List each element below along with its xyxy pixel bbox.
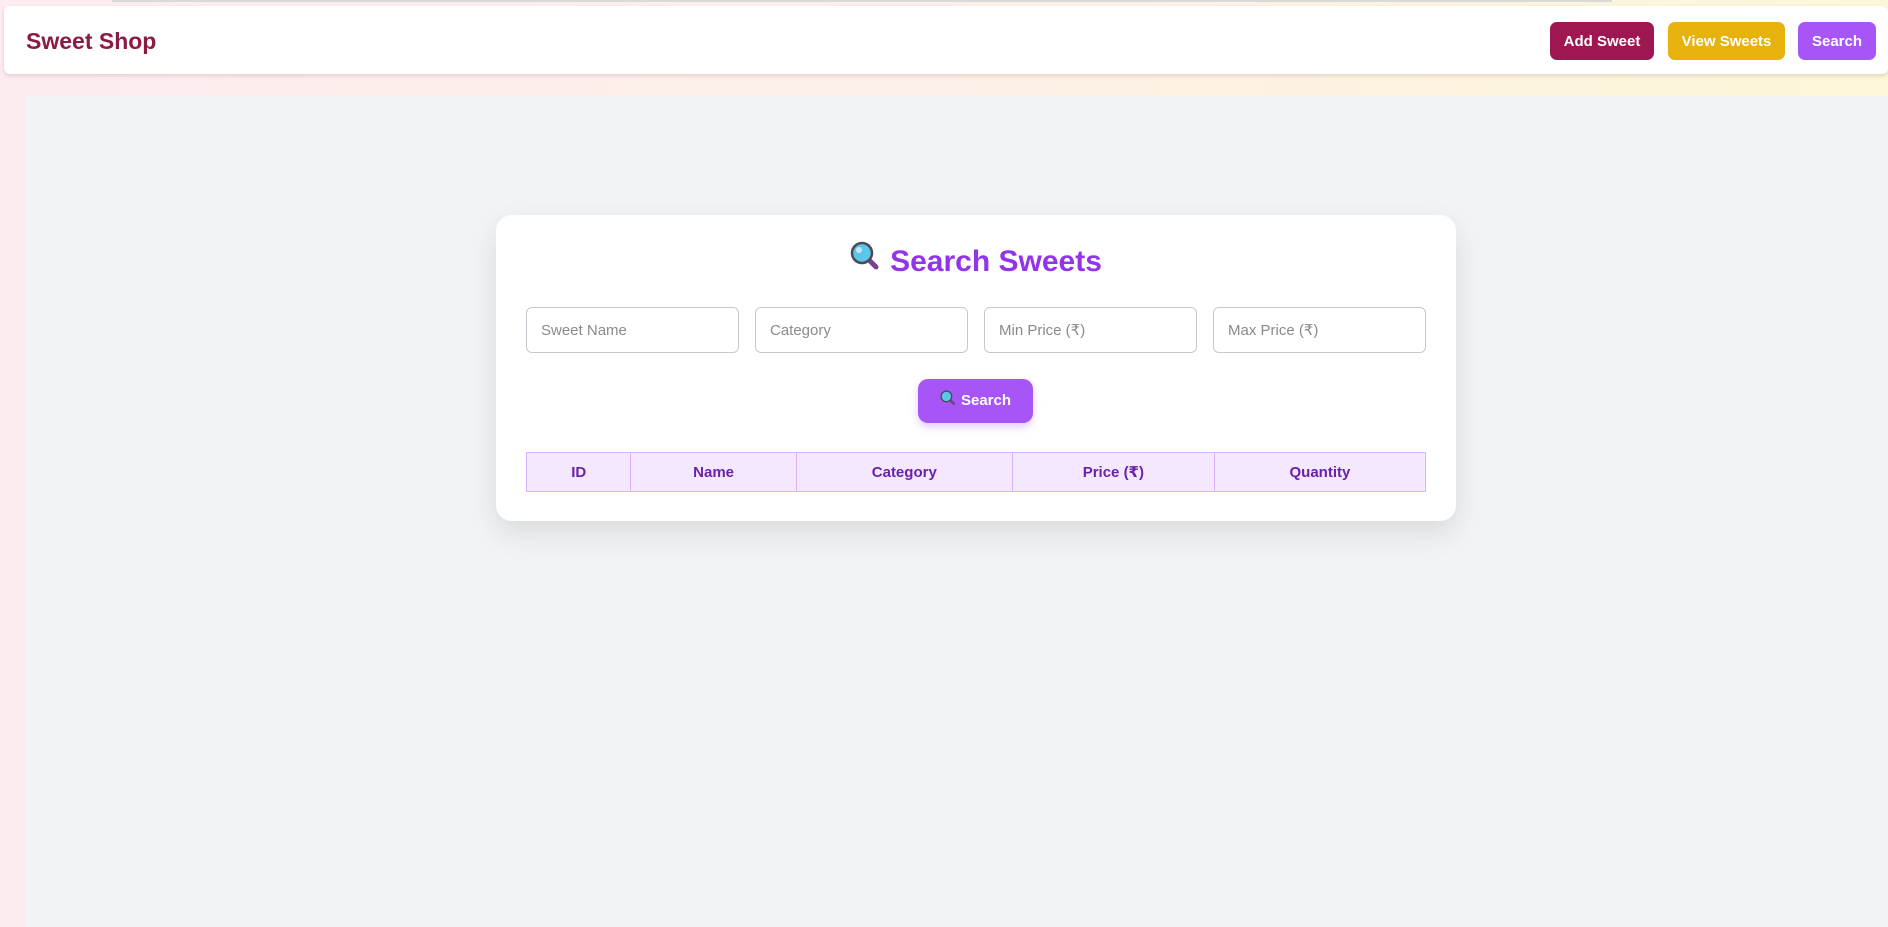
sweet-name-input[interactable] — [526, 307, 739, 353]
magnifying-glass-icon — [850, 241, 880, 279]
card-heading: Search Sweets — [496, 241, 1456, 279]
column-header-id[interactable]: ID — [525, 452, 632, 492]
brand-title[interactable]: Sweet Shop — [26, 28, 156, 55]
nav-search-button[interactable]: Search — [1798, 22, 1876, 60]
navbar: Sweet Shop Add Sweet View Sweets Search — [4, 6, 1888, 74]
column-header-name[interactable]: Name — [630, 452, 797, 492]
column-header-quantity[interactable]: Quantity — [1213, 452, 1427, 492]
min-price-input[interactable] — [984, 307, 1197, 353]
search-button[interactable]: Search — [918, 379, 1033, 423]
search-card: Search Sweets Search ID Name Category Pr… — [496, 215, 1456, 521]
magnifying-glass-icon — [940, 390, 956, 410]
category-input[interactable] — [755, 307, 968, 353]
add-sweet-button[interactable]: Add Sweet — [1550, 22, 1654, 60]
column-header-price[interactable]: Price (₹) — [1011, 452, 1215, 492]
main-content: Search Sweets Search ID Name Category Pr… — [26, 96, 1888, 927]
table-header-row: ID Name Category Price (₹) Quantity — [525, 452, 1427, 492]
view-sweets-button[interactable]: View Sweets — [1668, 22, 1785, 60]
results-table: ID Name Category Price (₹) Quantity — [525, 452, 1427, 492]
max-price-input[interactable] — [1213, 307, 1426, 353]
search-button-label: Search — [960, 392, 1012, 410]
window-top-line — [112, 0, 1612, 2]
column-header-category[interactable]: Category — [795, 452, 1013, 492]
page-title: Search Sweets — [890, 245, 1102, 278]
